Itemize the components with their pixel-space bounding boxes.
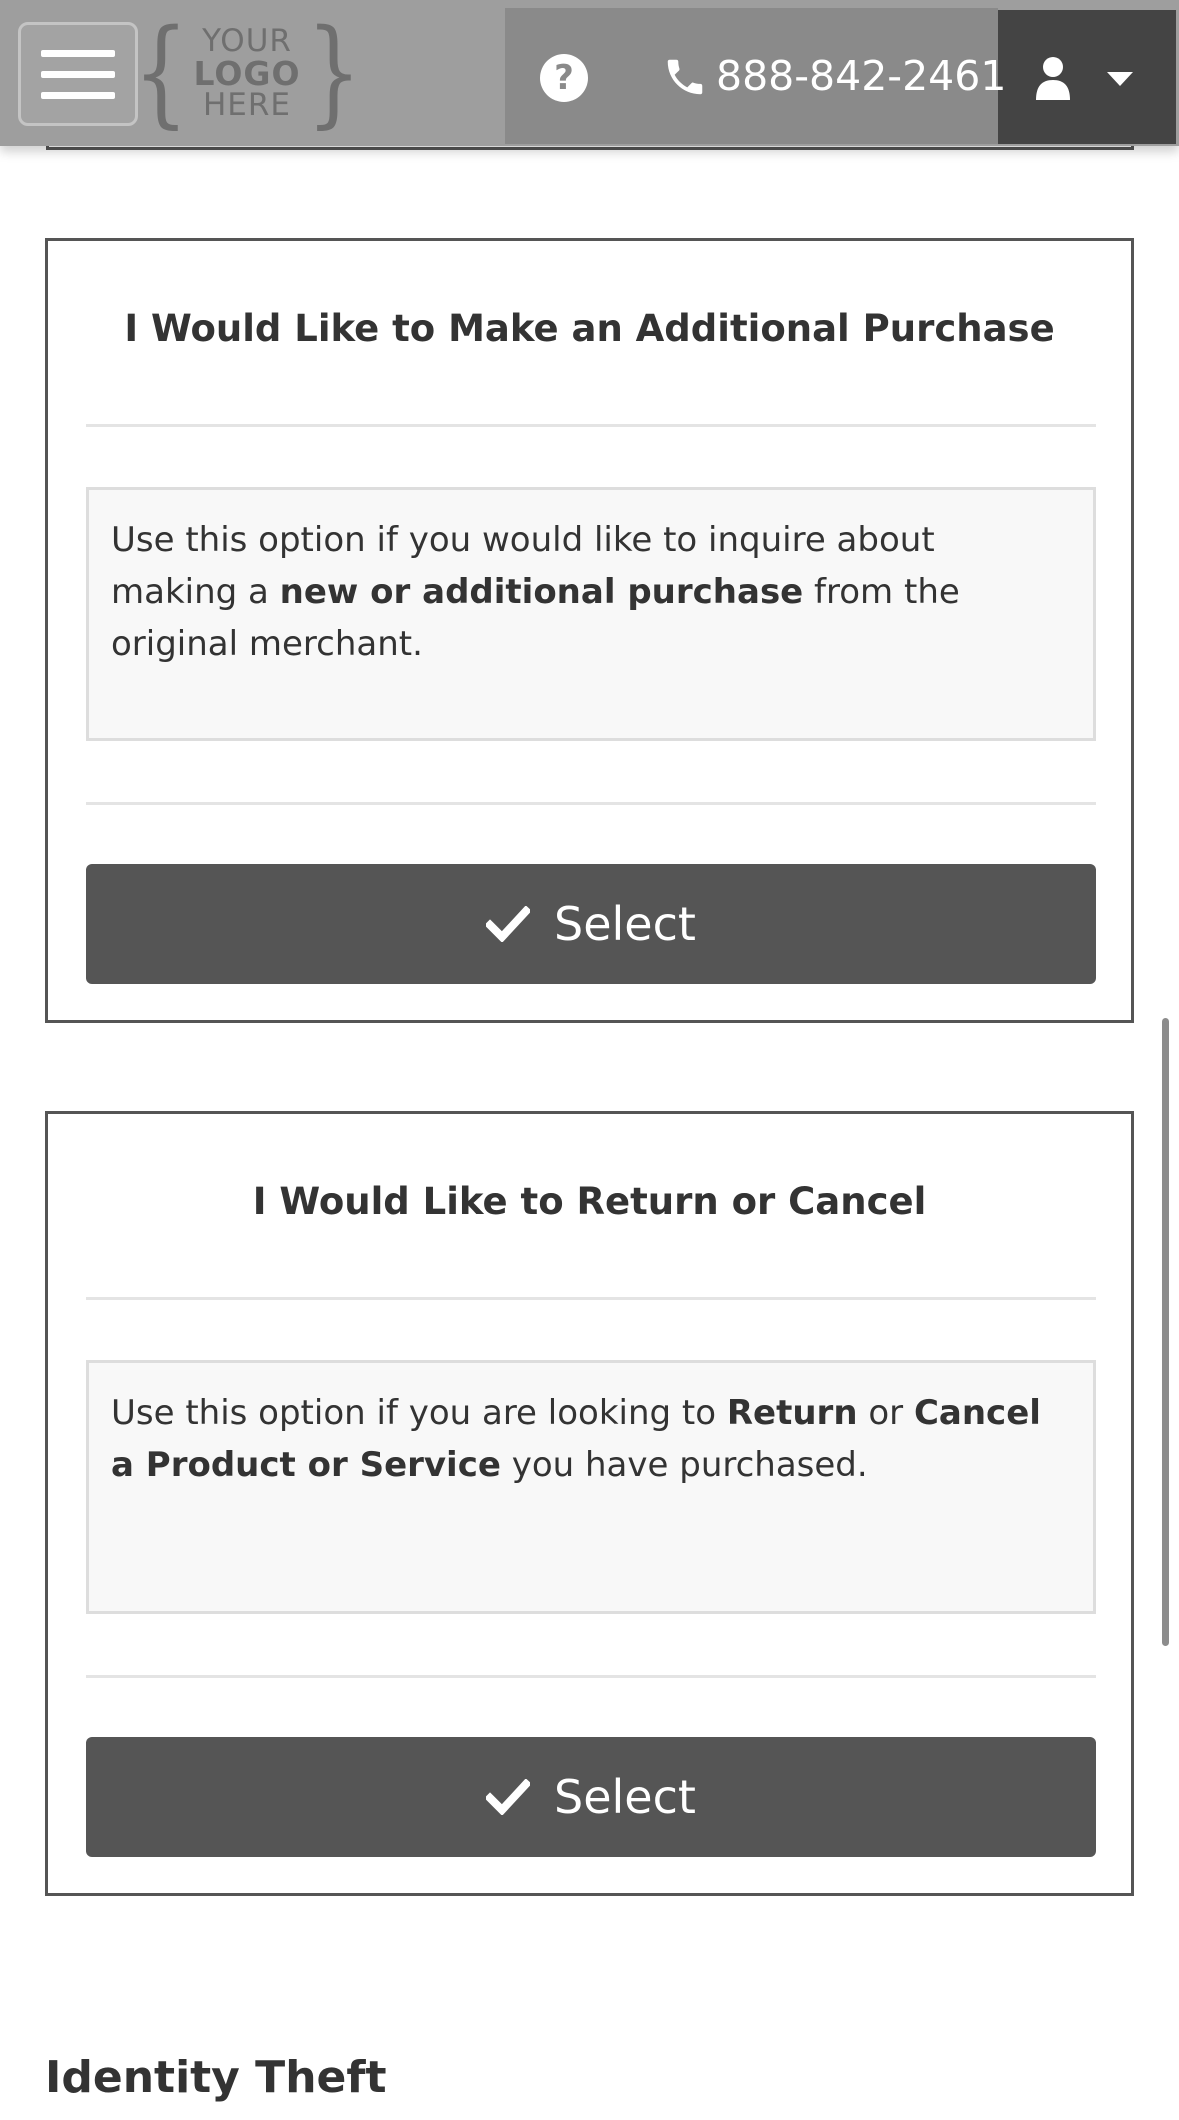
section-heading-identity-theft: Identity Theft (45, 2052, 387, 2103)
select-button-label: Select (554, 897, 696, 951)
question-circle-icon[interactable]: ? (540, 54, 588, 102)
desc-bold: Return (726, 1393, 858, 1433)
divider (86, 1675, 1096, 1678)
hamburger-menu-button[interactable] (18, 22, 138, 126)
hamburger-menu-icon-bar (41, 91, 115, 99)
select-button[interactable]: Select (86, 1737, 1096, 1857)
scrollbar[interactable] (1162, 1018, 1169, 1646)
desc-text: or (857, 1393, 914, 1433)
caret-down-icon (1107, 72, 1133, 86)
logo[interactable]: { YOUR LOGO HERE } (133, 14, 361, 132)
logo-brace-close: } (305, 5, 362, 140)
user-icon (1036, 57, 1070, 100)
option-card-additional-purchase: I Would Like to Make an Additional Purch… (45, 238, 1134, 1023)
check-icon (486, 1779, 531, 1815)
logo-line-2: LOGO (193, 53, 301, 93)
select-button[interactable]: Select (86, 864, 1096, 984)
card-description: Use this option if you would like to inq… (86, 487, 1096, 741)
logo-line-1: YOUR (202, 22, 292, 59)
desc-bold: new or additional purchase (279, 572, 804, 612)
logo-brace-open: { (132, 5, 189, 140)
card-description: Use this option if you are looking to Re… (86, 1360, 1096, 1614)
select-button-label: Select (554, 1770, 696, 1824)
user-menu-button[interactable] (998, 10, 1176, 144)
hamburger-menu-icon-bar (41, 70, 115, 78)
divider (86, 802, 1096, 805)
page: { YOUR LOGO HERE } ? 888-842-2461 I Woul… (0, 0, 1179, 2120)
check-icon (486, 906, 531, 942)
phone-icon[interactable] (662, 54, 708, 100)
desc-text: Use this option if you are looking to (111, 1393, 727, 1433)
card-title: I Would Like to Return or Cancel (252, 1180, 927, 1223)
divider (86, 424, 1096, 427)
option-card-return-cancel: I Would Like to Return or Cancel Use thi… (45, 1111, 1134, 1896)
logo-line-3: HERE (202, 86, 292, 123)
desc-text: you have purchased. (500, 1445, 868, 1485)
phone-number-link[interactable]: 888-842-2461 (716, 52, 1006, 100)
card-title: I Would Like to Make an Additional Purch… (124, 307, 1055, 350)
logo-text: YOUR LOGO HERE (193, 22, 301, 123)
divider (86, 1297, 1096, 1300)
hamburger-menu-icon (41, 49, 115, 57)
